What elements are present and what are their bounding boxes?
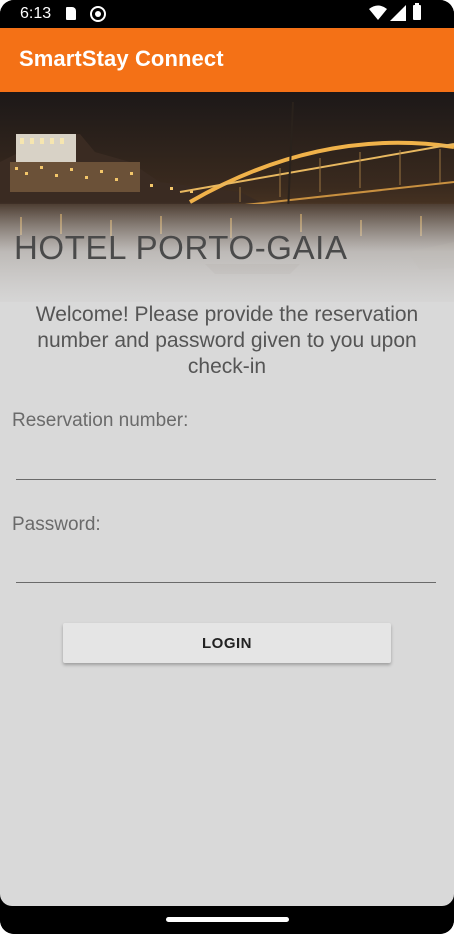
login-button[interactable]: LOGIN — [63, 623, 391, 663]
status-time: 6:13 — [20, 5, 52, 22]
app-title: SmartStay Connect — [19, 46, 224, 71]
password-label: Password: — [12, 514, 101, 535]
hotel-name: HOTEL PORTO-GAIA — [14, 229, 348, 266]
phone-screen: 6:13 SmartStay Connect HOTEL PORTO-GAIA … — [0, 0, 454, 934]
reservation-number-input[interactable] — [16, 443, 436, 480]
signal-icon — [390, 5, 406, 21]
navigation-bar — [0, 906, 454, 934]
password-input[interactable] — [16, 546, 436, 583]
battery-icon — [413, 3, 421, 20]
home-indicator[interactable] — [166, 917, 289, 922]
welcome-message: Welcome! Please provide the reservation … — [35, 303, 419, 378]
sd-card-icon — [66, 7, 76, 20]
main-content: HOTEL PORTO-GAIA Welcome! Please provide… — [0, 92, 454, 906]
wifi-icon — [369, 5, 387, 20]
reservation-number-label: Reservation number: — [12, 410, 189, 431]
status-bar: 6:13 — [0, 0, 454, 28]
sync-icon — [90, 6, 106, 22]
app-bar: SmartStay Connect — [0, 28, 454, 92]
